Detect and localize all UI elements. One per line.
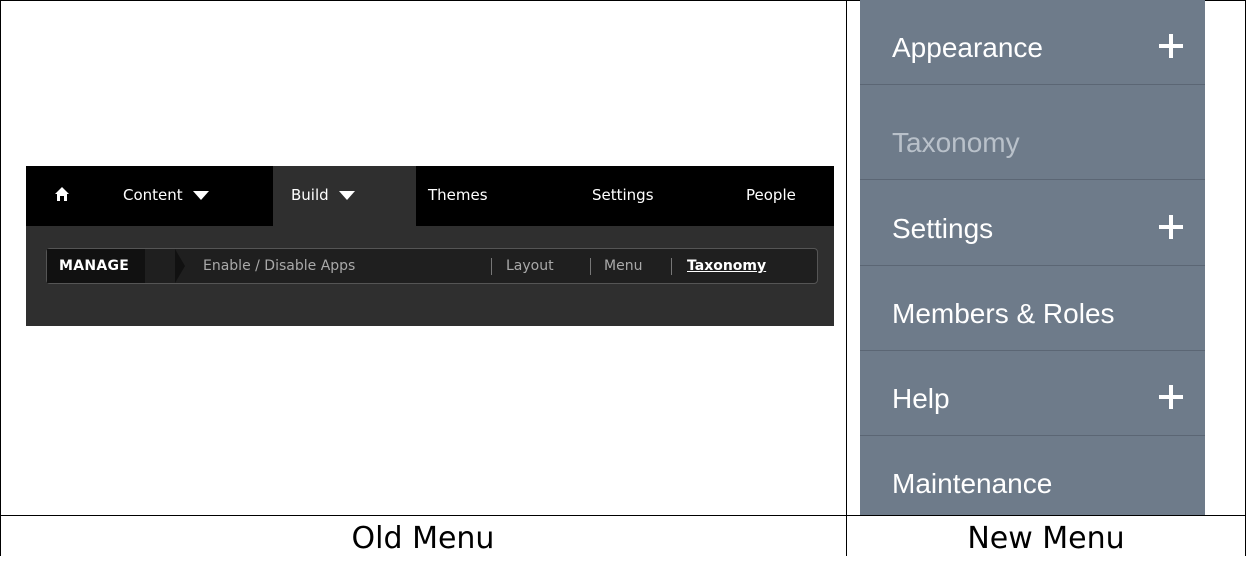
plus-icon[interactable] — [1159, 215, 1183, 239]
menu-item-label: Settings — [892, 213, 994, 244]
plus-icon[interactable] — [1159, 385, 1183, 409]
chevron-down-icon — [339, 190, 356, 200]
manage-label: MANAGE — [47, 249, 146, 283]
nav-item-content[interactable]: Content — [123, 166, 263, 226]
subnav-separator — [491, 258, 492, 275]
menu-item-label: Help — [892, 383, 950, 414]
subnav-taxonomy[interactable]: Taxonomy — [687, 249, 766, 283]
manage-subnav: MANAGE Enable / Disable Apps Layout Menu… — [46, 248, 818, 284]
menu-item-taxonomy[interactable]: Taxonomy — [860, 95, 1205, 180]
nav-item-build-label: Build — [291, 186, 329, 204]
nav-item-themes[interactable]: Themes — [428, 166, 488, 226]
old-menu: Content Build Themes Settings People MAN… — [26, 166, 834, 326]
menu-item-label: Members & Roles — [892, 298, 1115, 329]
subnav-menu[interactable]: Menu — [604, 249, 642, 283]
subnav-enable-disable-apps[interactable]: Enable / Disable Apps — [203, 249, 355, 283]
caption-old-menu: Old Menu — [351, 521, 495, 556]
chevron-down-icon — [193, 190, 210, 200]
menu-item-help[interactable]: Help — [860, 351, 1205, 436]
plus-icon[interactable] — [1159, 34, 1183, 58]
old-top-nav: Content Build Themes Settings People — [26, 166, 834, 226]
menu-item-maintenance[interactable]: Maintenance — [860, 436, 1205, 520]
home-icon[interactable] — [54, 186, 70, 202]
subnav-layout[interactable]: Layout — [506, 249, 554, 283]
new-menu: Appearance Taxonomy Settings Members & R… — [860, 0, 1205, 515]
nav-item-people[interactable]: People — [746, 166, 796, 226]
nav-item-build[interactable]: Build — [273, 166, 416, 226]
caption-new-menu: New Menu — [967, 521, 1125, 556]
menu-item-appearance[interactable]: Appearance — [860, 0, 1205, 85]
menu-item-label: Maintenance — [892, 468, 1053, 499]
comparison-table: Content Build Themes Settings People MAN… — [0, 0, 1246, 556]
table-border-left — [0, 0, 1, 556]
manage-arrow — [175, 249, 185, 283]
nav-item-settings[interactable]: Settings — [592, 166, 654, 226]
nav-item-content-label: Content — [123, 186, 183, 204]
menu-item-members-roles[interactable]: Members & Roles — [860, 266, 1205, 351]
menu-item-label: Taxonomy — [892, 127, 1020, 158]
table-column-divider — [846, 0, 847, 556]
subnav-separator — [671, 258, 672, 275]
subnav-separator — [590, 258, 591, 275]
menu-item-settings[interactable]: Settings — [860, 181, 1205, 266]
menu-item-label: Appearance — [892, 32, 1044, 63]
